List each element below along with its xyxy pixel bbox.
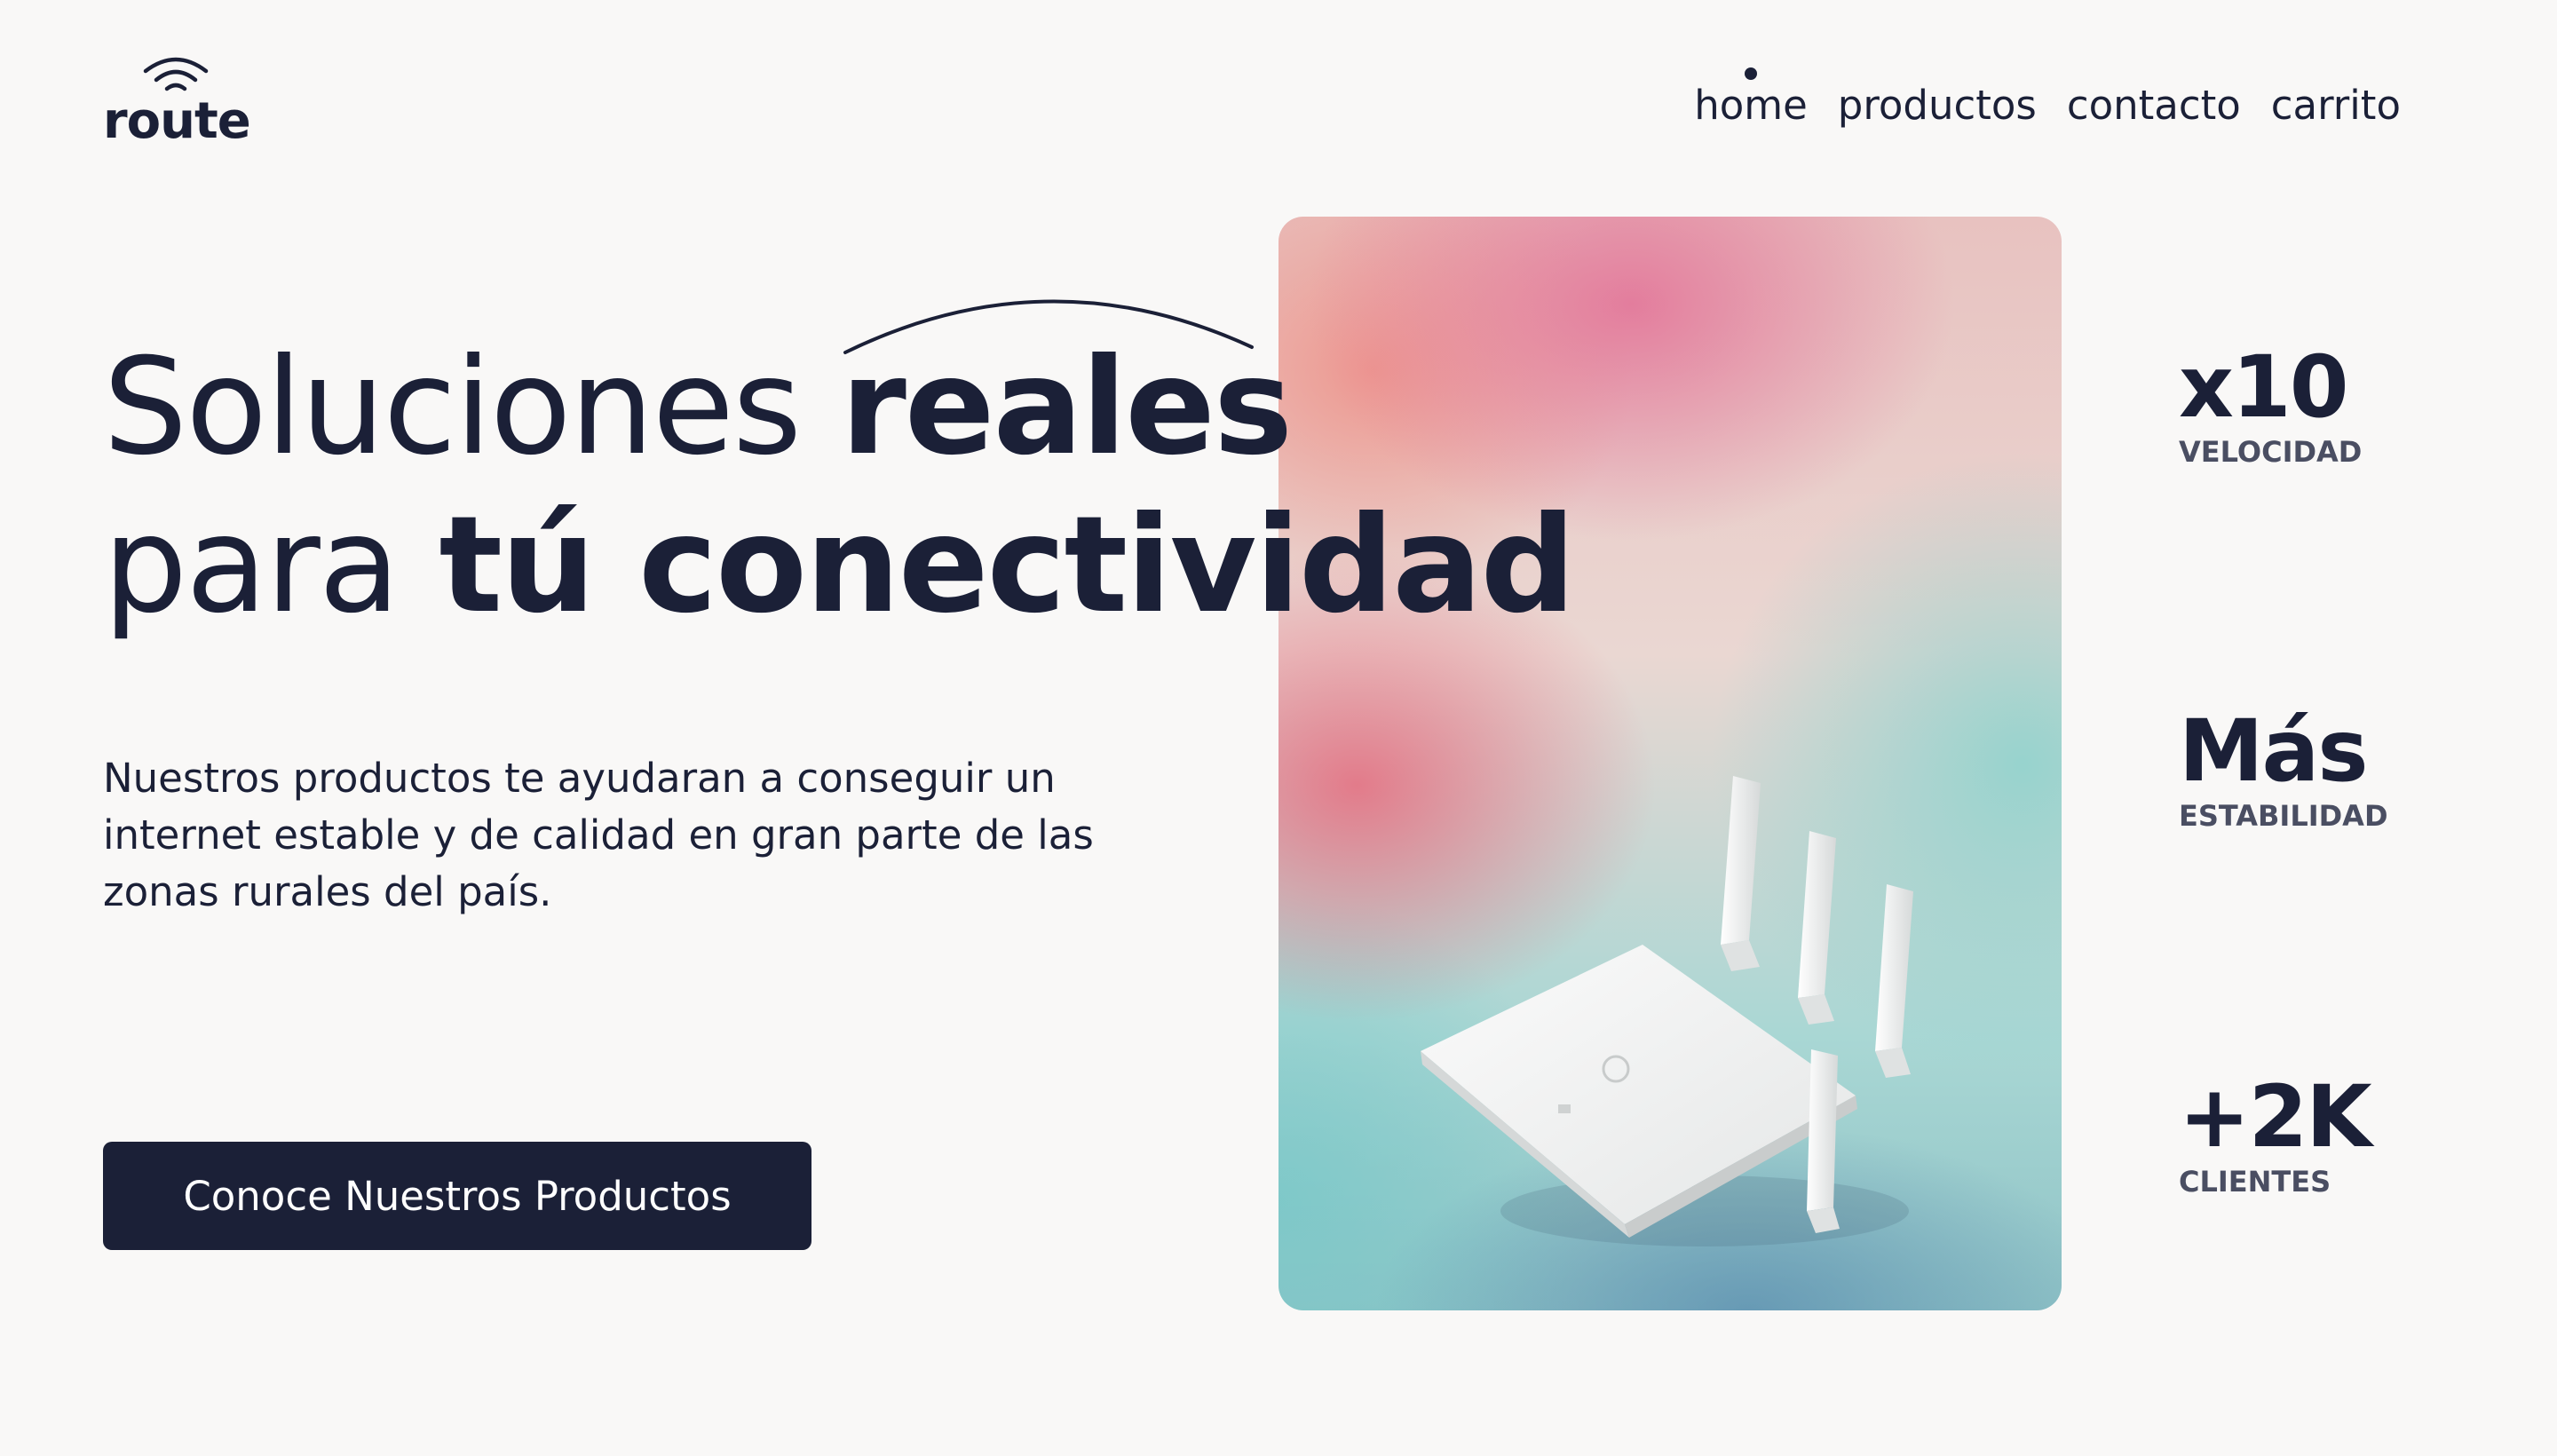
stat-value: +2K bbox=[2179, 1067, 2372, 1167]
hero-title-line1-bold: reales bbox=[840, 330, 1293, 485]
hero-title-line1-regular: Soluciones bbox=[103, 330, 841, 485]
hero-title: Soluciones reales para tú conectividad bbox=[103, 328, 1576, 645]
logo-text: route bbox=[103, 92, 251, 150]
products-cta-button[interactable]: Conoce Nuestros Productos bbox=[103, 1142, 811, 1250]
stat-value: Más bbox=[2179, 701, 2368, 801]
router-image bbox=[1421, 776, 1913, 1246]
nav-item-label: carrito bbox=[2270, 82, 2401, 129]
nav-item-productos[interactable]: productos bbox=[1838, 82, 2037, 129]
nav-item-label: productos bbox=[1837, 82, 2037, 129]
stat-label: VELOCIDAD bbox=[2179, 435, 2363, 469]
wifi-signal-icon bbox=[143, 57, 209, 91]
stat-value: x10 bbox=[2179, 337, 2349, 437]
main-nav: home productos contacto carrito bbox=[1694, 67, 2401, 129]
stat-label: ESTABILIDAD bbox=[2179, 799, 2388, 833]
nav-item-carrito[interactable]: carrito bbox=[2271, 82, 2401, 129]
hero-title-line2-regular: para bbox=[103, 488, 439, 643]
nav-item-home[interactable]: home bbox=[1694, 67, 1808, 129]
stat-estabilidad: Más ESTABILIDAD bbox=[2179, 707, 2388, 833]
logo[interactable]: route bbox=[103, 53, 254, 151]
nav-item-label: contacto bbox=[2066, 82, 2241, 129]
nav-item-contacto[interactable]: contacto bbox=[2067, 82, 2241, 129]
hero-title-line2-bold: tú conectividad bbox=[439, 488, 1575, 643]
stat-clientes: +2K CLIENTES bbox=[2179, 1067, 2372, 1199]
active-indicator-dot bbox=[1744, 67, 1757, 80]
stat-velocidad: x10 VELOCIDAD bbox=[2179, 343, 2362, 469]
hero-description: Nuestros productos te ayudaran a consegu… bbox=[103, 755, 1094, 915]
stat-label: CLIENTES bbox=[2179, 1165, 2331, 1199]
nav-item-label: home bbox=[1694, 82, 1808, 129]
